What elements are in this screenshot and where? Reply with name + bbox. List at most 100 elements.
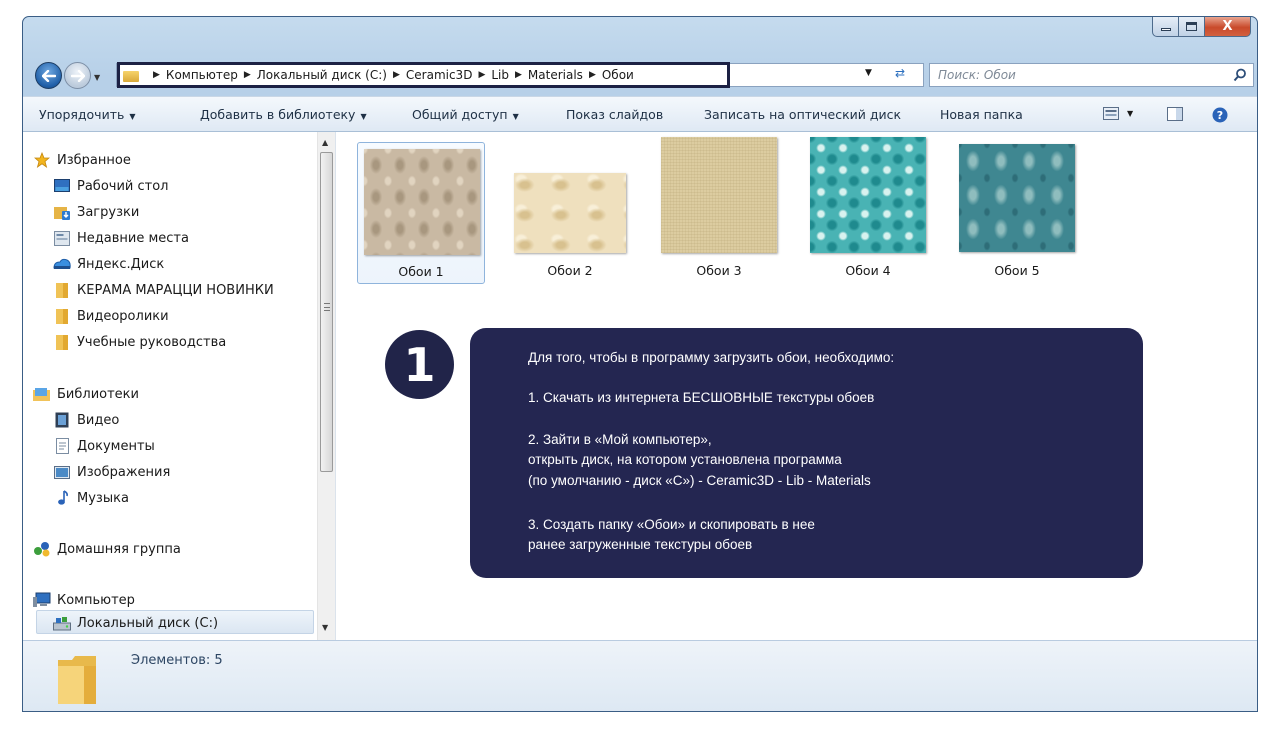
sidebar-scrollbar[interactable]: ▲ ▼ [317, 132, 335, 640]
command-bar: Упорядочить ▼ Добавить в библиотеку ▼ Общи… [23, 96, 1257, 132]
sidebar-item-homegroup[interactable]: Домашняя группа [33, 538, 181, 560]
star-icon [33, 152, 51, 168]
folder-icon [53, 308, 71, 324]
item-count: Элементов: 5 [131, 653, 223, 668]
chevron-down-icon: ▼ [360, 112, 367, 121]
address-dropdown-icon[interactable]: ▼ [865, 68, 872, 78]
sidebar-item-label: Рабочий стол [77, 178, 169, 194]
instruction-line: ранее загруженные текстуры обоев [528, 537, 753, 552]
new-folder-button[interactable]: Новая папка [940, 107, 1023, 122]
folder-icon [53, 334, 71, 350]
refresh-icon[interactable]: ⇄ [895, 66, 905, 80]
forward-arrow-icon [70, 69, 85, 82]
sidebar-item-recent[interactable]: Недавние места [53, 227, 189, 249]
sidebar-item-label: Музыка [77, 490, 129, 506]
sidebar-item-yandex-disk[interactable]: Яндекс.Диск [53, 253, 164, 275]
sidebar-item-videos-folder[interactable]: Видеоролики [53, 305, 169, 327]
file-item[interactable]: Обои 2 [506, 142, 634, 284]
file-name: Обои 4 [845, 263, 891, 278]
sidebar-item-computer[interactable]: Компьютер [33, 589, 135, 611]
address-bar[interactable]: ▶ Компьютер ▶ Локальный диск (C:) ▶ Cera… [116, 62, 924, 88]
folder-icon [58, 656, 96, 704]
thumbnail-image [959, 144, 1075, 252]
sidebar-item-images[interactable]: Изображения [53, 461, 170, 483]
svg-text:?: ? [1217, 109, 1223, 122]
minimize-button[interactable] [1152, 17, 1179, 37]
sidebar-item-desktop[interactable]: Рабочий стол [53, 175, 168, 197]
organize-label: Упорядочить [39, 107, 125, 122]
drive-icon [53, 615, 71, 631]
maximize-button[interactable] [1179, 17, 1205, 37]
file-name: Обои 3 [696, 263, 742, 278]
sidebar-item-label: Документы [77, 438, 155, 454]
preview-pane-icon [1167, 107, 1183, 121]
share-label: Общий доступ [412, 107, 508, 122]
close-icon: X [1222, 19, 1233, 34]
sidebar-item-label: Компьютер [57, 592, 135, 608]
thumbnail-image [514, 173, 626, 253]
view-options-icon[interactable]: ▼ [1127, 109, 1133, 118]
sidebar-item-label: Загрузки [77, 204, 140, 220]
grip-icon [324, 303, 330, 311]
file-name: Обои 1 [398, 264, 444, 279]
change-view-button[interactable] [1103, 107, 1119, 123]
sidebar-item-video[interactable]: Видео [53, 409, 119, 431]
address-highlight-frame [117, 62, 730, 88]
thumbnail-image [810, 137, 926, 253]
navigation-row: ▼ ▶ Компьютер ▶ Локальный диск (C:) ▶ Ce… [23, 57, 1257, 91]
scroll-up-icon[interactable]: ▲ [322, 138, 328, 147]
file-name: Обои 2 [547, 263, 593, 278]
instruction-line: (по умолчанию - диск «С») - Ceramic3D - … [528, 473, 871, 488]
help-icon: ? [1212, 107, 1228, 123]
add-to-library-label: Добавить в библиотеку [200, 107, 356, 122]
back-arrow-icon [41, 69, 56, 82]
sidebar-item-label: Изображения [77, 464, 171, 480]
file-item[interactable]: Обои 1 [357, 142, 485, 284]
video-library-icon [53, 412, 71, 428]
search-input[interactable]: Поиск: Обои [929, 63, 1254, 87]
sidebar-item-documents[interactable]: Документы [53, 435, 155, 457]
view-icon [1103, 107, 1119, 120]
file-item[interactable]: Обои 5 [953, 142, 1081, 284]
desktop-icon [53, 178, 71, 194]
share-button[interactable]: Общий доступ ▼ [412, 107, 519, 122]
maximize-icon [1186, 22, 1197, 31]
sidebar-item-label: Библиотеки [57, 386, 139, 402]
add-to-library-button[interactable]: Добавить в библиотеку ▼ [200, 107, 367, 122]
sidebar-item-label: Недавние места [77, 230, 189, 246]
sidebar-item-local-disk[interactable]: Локальный диск (C:) [53, 612, 218, 634]
forward-button[interactable] [64, 62, 91, 89]
sidebar-item-label: Домашняя группа [57, 541, 181, 557]
file-item[interactable]: Обои 3 [655, 137, 783, 284]
chevron-down-icon: ▼ [512, 112, 519, 121]
organize-button[interactable]: Упорядочить ▼ [39, 107, 136, 122]
scrollbar-thumb[interactable] [320, 152, 333, 472]
sidebar-item-music[interactable]: Музыка [53, 487, 129, 509]
images-library-icon [53, 464, 71, 480]
preview-pane-button[interactable] [1167, 107, 1183, 124]
back-button[interactable] [35, 62, 62, 89]
step-number-badge: 1 [385, 330, 454, 399]
sidebar-item-kerama[interactable]: КЕРАМА МАРАЦЦИ НОВИНКИ [53, 279, 274, 301]
music-note-icon [53, 490, 71, 506]
help-button[interactable]: ? [1212, 107, 1228, 126]
thumbnail-image [364, 149, 480, 255]
burn-button[interactable]: Записать на оптический диск [704, 107, 901, 122]
search-icon[interactable] [1233, 68, 1247, 82]
homegroup-icon [33, 541, 51, 557]
instruction-line: 1. Скачать из интернета БЕСШОВНЫЕ тексту… [528, 390, 875, 405]
sidebar-item-tutorials[interactable]: Учебные руководства [53, 331, 226, 353]
scroll-down-icon[interactable]: ▼ [322, 623, 328, 632]
navigation-pane: Избранное Рабочий стол Загрузки Недавние… [23, 132, 336, 640]
file-name: Обои 5 [994, 263, 1040, 278]
slideshow-button[interactable]: Показ слайдов [566, 107, 663, 122]
close-button[interactable]: X [1205, 17, 1251, 37]
recent-pages-dropdown-icon[interactable]: ▼ [94, 73, 100, 82]
documents-library-icon [53, 438, 71, 454]
sidebar-item-downloads[interactable]: Загрузки [53, 201, 139, 223]
sidebar-item-favorites[interactable]: Избранное [33, 149, 131, 171]
recent-places-icon [53, 230, 71, 246]
file-item[interactable]: Обои 4 [804, 137, 932, 284]
sidebar-item-libraries[interactable]: Библиотеки [33, 383, 139, 405]
cloud-disk-icon [53, 256, 71, 272]
